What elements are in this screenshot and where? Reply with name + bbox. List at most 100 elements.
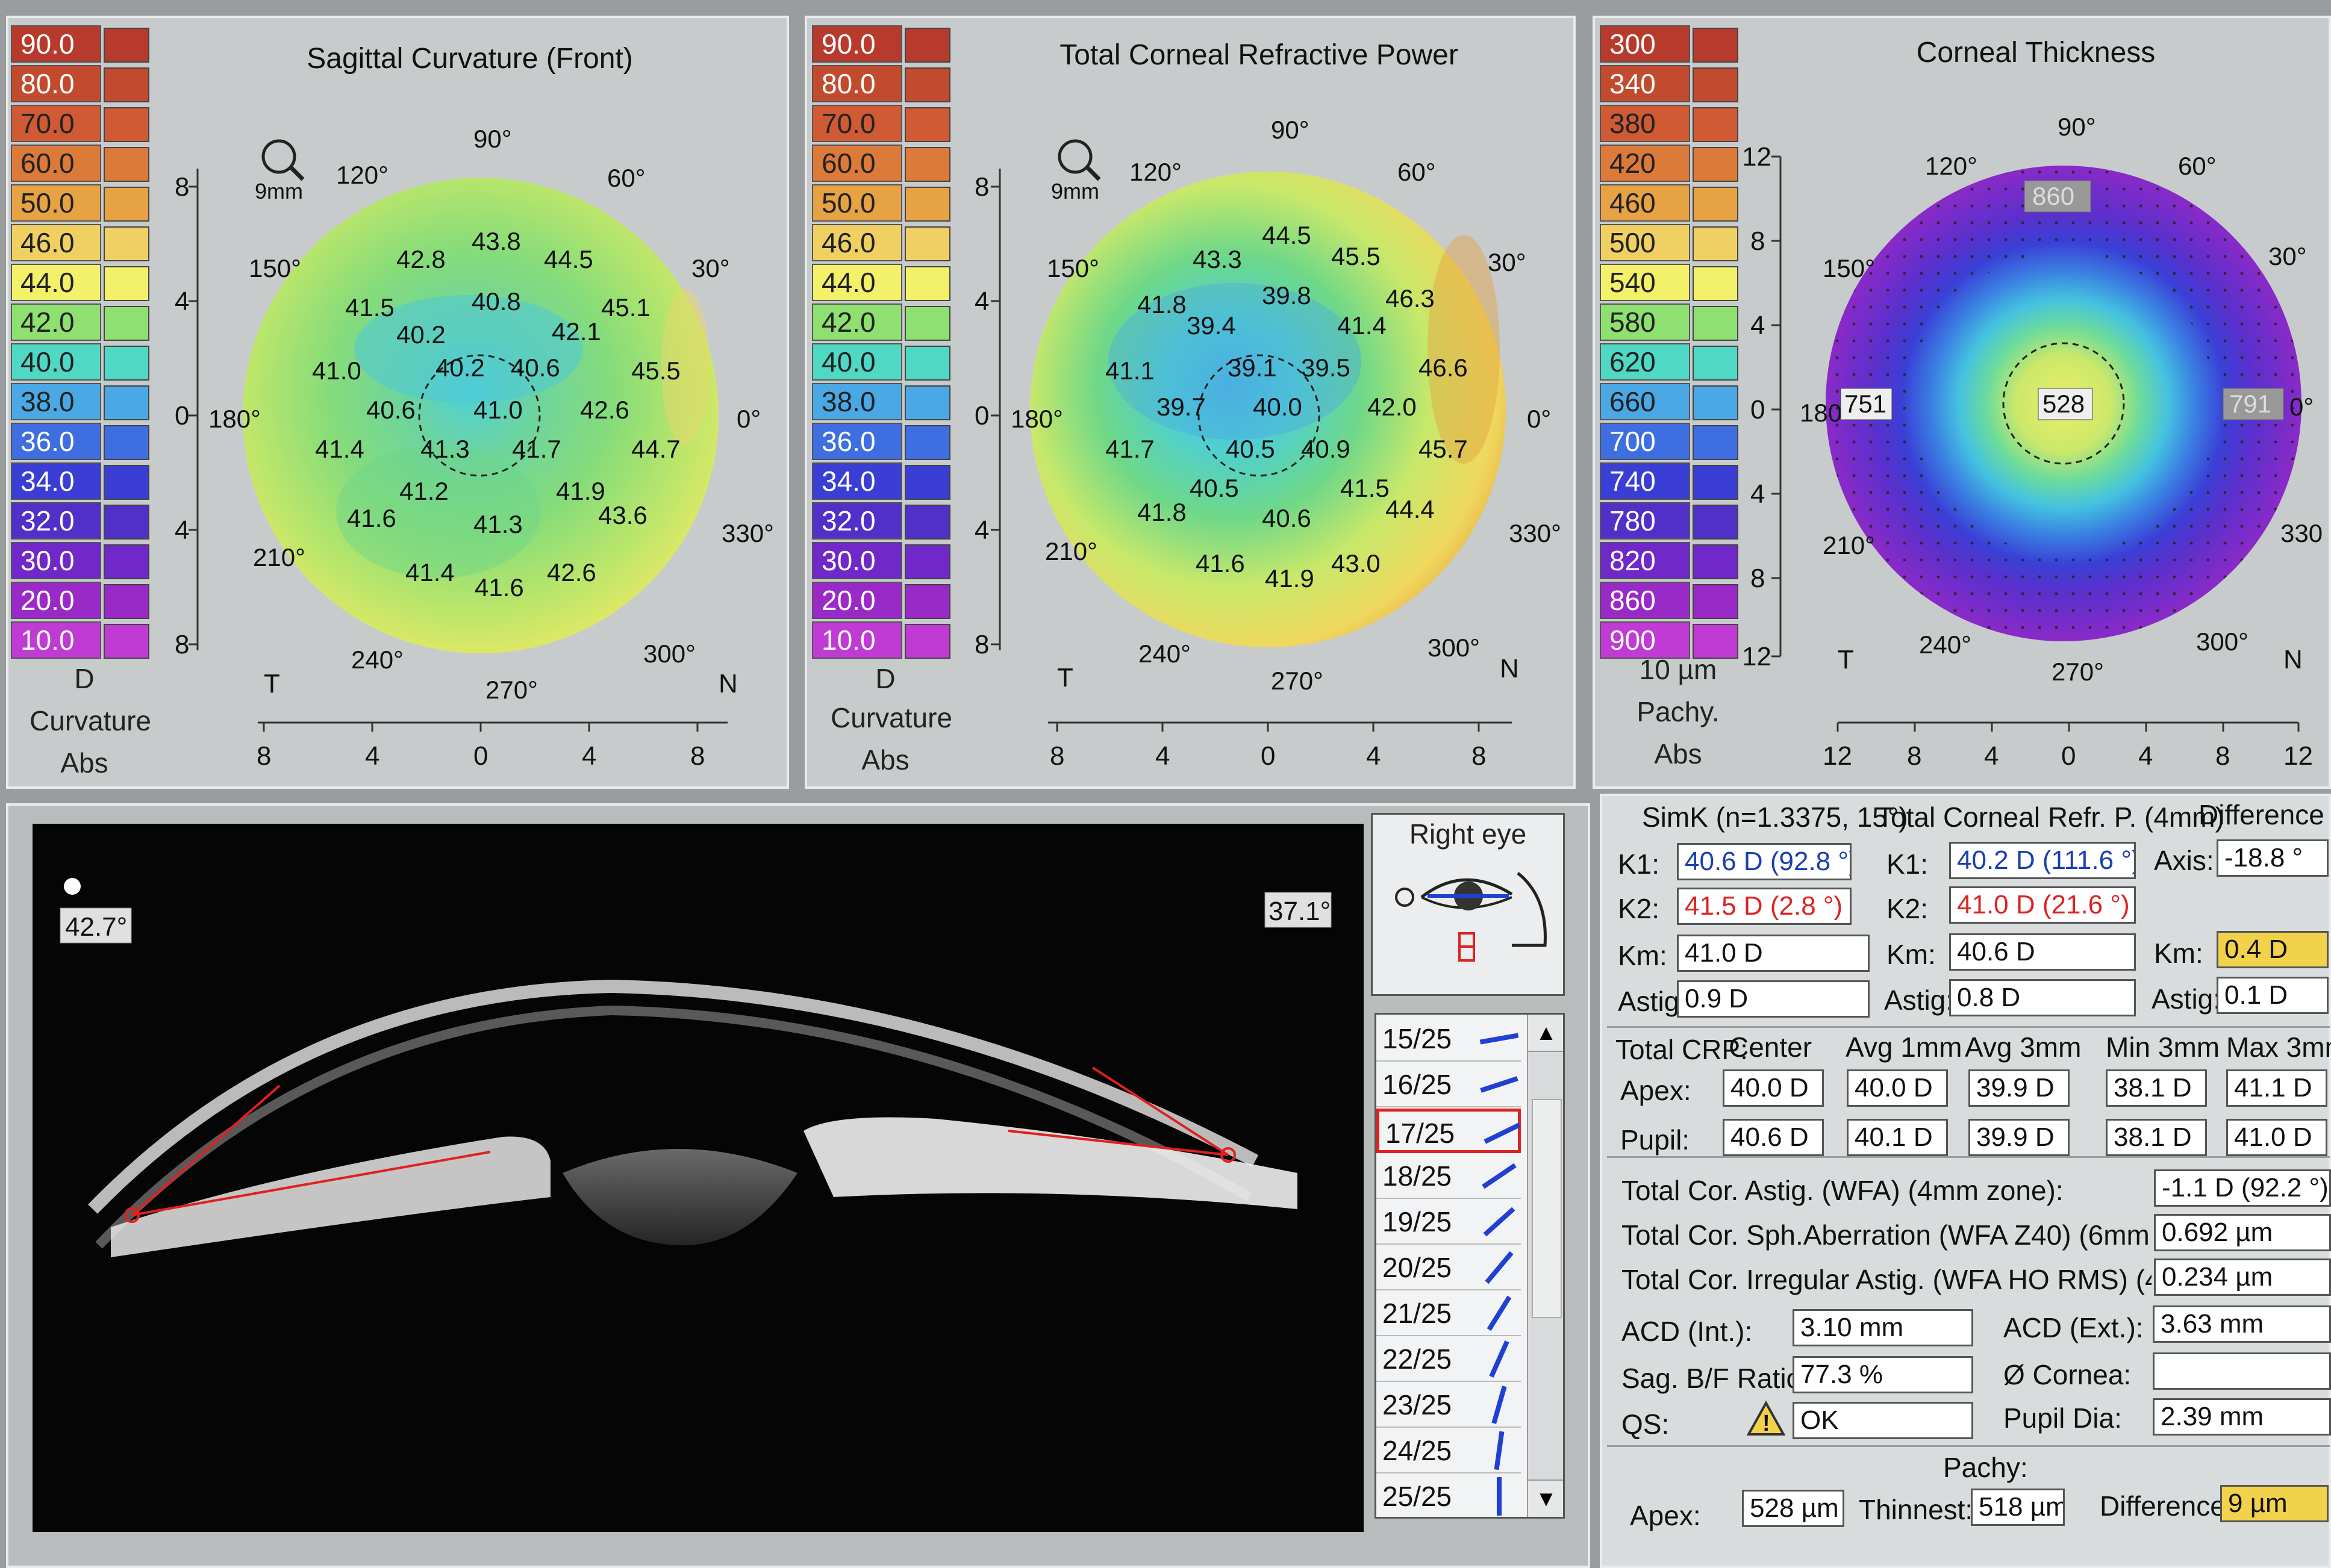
- side-label-n: N: [2283, 645, 2303, 674]
- scale-step-swatch: [104, 425, 149, 460]
- acd-int-value: 3.10 mm: [1793, 1309, 1973, 1346]
- scale-step: 42.0: [11, 303, 101, 341]
- slice-list[interactable]: 15/25 16/25 17/25 18/25 19/25 20/25 21/25 22/25…: [1375, 1013, 1565, 1519]
- vertical-axis: [1771, 155, 1782, 658]
- sagittal-curvature-map[interactable]: 8 4 0 4 8 8 4 0 4 8 9mm T N 90° 60° 30° …: [155, 96, 794, 783]
- svg-text:39.1: 39.1: [1228, 353, 1277, 382]
- refractive-power-map[interactable]: 8 4 0 4 8 8 4 0 4 8 9mm T N 90° 60° 30° …: [958, 96, 1578, 783]
- scale-type-label[interactable]: Curvature: [18, 705, 163, 737]
- crp-cell: 39.9 D: [1968, 1119, 2070, 1156]
- scale-step: 660: [1600, 383, 1690, 420]
- scale-step: 80.0: [11, 65, 101, 102]
- scale-mode-label-2[interactable]: Abs: [825, 744, 946, 776]
- slice-orientation-icon: [1489, 1340, 1509, 1378]
- slice-list-item[interactable]: 16/25: [1376, 1063, 1521, 1107]
- slice-list-item[interactable]: 24/25: [1376, 1429, 1521, 1473]
- tcrp-km-value: 40.6 D: [1949, 933, 2136, 971]
- svg-text:41.6: 41.6: [475, 573, 524, 602]
- y-tick: 8: [1750, 226, 1765, 256]
- scale-mode-label[interactable]: Abs: [24, 747, 145, 779]
- warning-icon[interactable]: !: [1747, 1401, 1785, 1437]
- svg-text:44.4: 44.4: [1385, 495, 1435, 523]
- scale-step: 40.0: [11, 343, 101, 381]
- slice-list-item[interactable]: 25/25: [1376, 1475, 1521, 1517]
- slice-list-item[interactable]: 17/25: [1376, 1109, 1521, 1153]
- slice-list-item[interactable]: 19/25: [1376, 1200, 1521, 1245]
- slice-list-item[interactable]: 21/25: [1376, 1292, 1521, 1336]
- slice-label: 22/25: [1382, 1343, 1452, 1375]
- slice-list-item[interactable]: 22/25: [1376, 1337, 1521, 1382]
- y-tick: 8: [1750, 564, 1765, 593]
- slice-orientation-icon: [1494, 1431, 1505, 1470]
- svg-text:42.6: 42.6: [547, 558, 596, 586]
- scale-step: 36.0: [812, 423, 902, 460]
- corneal-thickness-map[interactable]: 12 8 4 0 4 8 12 12 8 4 0 4 8 12 T N 90° …: [1744, 96, 2323, 783]
- scale-step-swatch: [1693, 505, 1738, 540]
- svg-text:42.8: 42.8: [396, 245, 446, 273]
- scale-step: 60.0: [11, 145, 101, 182]
- svg-text:40.5: 40.5: [1226, 435, 1275, 463]
- scale-step-swatch: [905, 28, 950, 63]
- scale-step-swatch: [1693, 306, 1738, 341]
- scale-step-swatch: [905, 425, 950, 460]
- svg-text:41.4: 41.4: [405, 558, 455, 586]
- y-tick: 4: [175, 287, 189, 316]
- pachy-scale-mode-label[interactable]: Abs: [1612, 738, 1744, 770]
- scale-step-swatch: [1693, 226, 1738, 261]
- scroll-up-icon[interactable]: ▲: [1528, 1015, 1563, 1052]
- x-tick: 4: [1984, 741, 1999, 771]
- tcrp-header: Total Corneal Refr. P. (4mm): [1877, 801, 2224, 833]
- simk-k1-value: 40.6 D (92.8 °): [1677, 843, 1852, 880]
- y-tick: 4: [975, 287, 989, 316]
- pupil-diameter-value: 2.39 mm: [2153, 1398, 2331, 1436]
- slice-list-item[interactable]: 18/25: [1376, 1154, 1521, 1199]
- crp-column-header: Center: [1729, 1031, 1812, 1063]
- svg-text:860: 860: [2032, 182, 2074, 210]
- slice-orientation-icon: [1482, 1163, 1517, 1189]
- crp-row-label: Apex:: [1620, 1075, 1691, 1106]
- x-tick: 0: [473, 741, 488, 771]
- k1-label-2: K1:: [1886, 848, 1929, 880]
- svg-text:42.6: 42.6: [580, 396, 629, 424]
- slice-list-item[interactable]: 15/25: [1376, 1017, 1521, 1062]
- slice-scrollbar[interactable]: ▲ ▼: [1527, 1015, 1563, 1517]
- svg-text:330°: 330°: [2280, 519, 2323, 547]
- scale-step-swatch: [905, 465, 950, 500]
- svg-text:39.5: 39.5: [1301, 353, 1350, 382]
- pachy-scale-type-label[interactable]: Pachy.: [1612, 695, 1744, 728]
- simk-astig-value: 0.9 D: [1677, 980, 1870, 1018]
- slice-list-item[interactable]: 20/25: [1376, 1246, 1521, 1290]
- scheimpflug-image[interactable]: 42.7° 37.1°: [33, 824, 1364, 1532]
- scale-step-swatch: [1693, 107, 1738, 142]
- scale-step-swatch: [905, 505, 950, 540]
- scale-step-swatch: [104, 584, 149, 619]
- svg-text:46.6: 46.6: [1418, 353, 1468, 382]
- scroll-thumb[interactable]: [1532, 1099, 1562, 1318]
- zoom-icon[interactable]: [1058, 139, 1101, 181]
- side-label-n: N: [719, 669, 738, 698]
- svg-text:210°: 210°: [253, 543, 305, 571]
- scale-step-swatch: [104, 465, 149, 500]
- eye-icon: [1395, 872, 1547, 962]
- svg-text:240°: 240°: [1138, 639, 1191, 668]
- scale-step-swatch: [104, 107, 149, 142]
- scale-type-label-2[interactable]: Curvature: [819, 702, 964, 734]
- zoom-icon[interactable]: [261, 139, 305, 181]
- scroll-down-icon[interactable]: ▼: [1528, 1479, 1563, 1517]
- svg-text:41.5: 41.5: [345, 293, 395, 322]
- svg-text:43.6: 43.6: [598, 501, 648, 529]
- scale-step: 90.0: [11, 25, 101, 63]
- acd-ext-label: ACD (Ext.):: [2003, 1312, 2144, 1343]
- eye-label: Right eye: [1409, 818, 1527, 850]
- crp-column-header: Max 3mm: [2226, 1031, 2331, 1063]
- scale-step: 50.0: [812, 184, 902, 222]
- scale-step-swatch: [1693, 67, 1738, 102]
- scale-step-swatch: [905, 306, 950, 341]
- slice-list-item[interactable]: 23/25: [1376, 1383, 1521, 1428]
- curvature-color-scale-2: 90.0 80.0 70.0 60.0 50.0 46.0 44.0 42.0 40.0 38.0…: [812, 25, 956, 659]
- horizontal-axis: [1048, 721, 1512, 732]
- svg-text:41.0: 41.0: [312, 356, 361, 385]
- tcrp-astig-value: 0.8 D: [1949, 979, 2136, 1016]
- svg-text:40.6: 40.6: [1262, 504, 1311, 532]
- side-label-t: T: [264, 669, 280, 698]
